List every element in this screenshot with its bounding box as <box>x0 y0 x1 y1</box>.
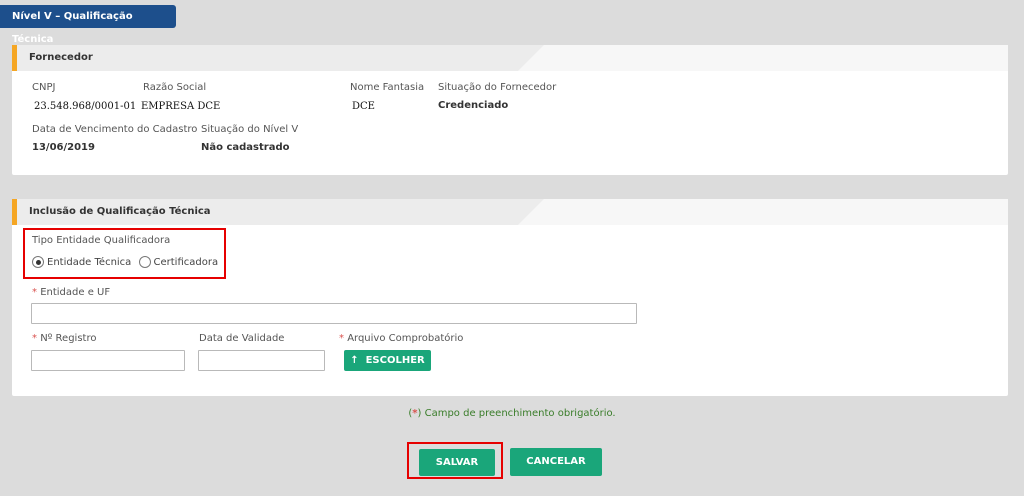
header-slant-decoration <box>518 45 1008 71</box>
cancel-button[interactable]: CANCELAR <box>510 448 602 476</box>
header-slant-decoration <box>518 199 1008 225</box>
validade-input[interactable] <box>198 350 325 371</box>
entidade-uf-input[interactable] <box>31 303 637 324</box>
cnpj-label: CNPJ <box>32 82 56 93</box>
required-mark: * <box>32 333 37 344</box>
fornecedor-section-title: Fornecedor <box>29 52 93 63</box>
razao-social-label: Razão Social <box>143 82 207 93</box>
situacao-fornecedor-value: Credenciado <box>438 100 509 111</box>
nome-fantasia-label: Nome Fantasia <box>350 82 425 93</box>
razao-social-value: EMPRESA DCE <box>141 101 221 112</box>
situacao-nivel-value: Não cadastrado <box>201 142 290 153</box>
vencimento-value: 13/06/2019 <box>32 142 95 153</box>
registro-label: * Nº Registro <box>32 333 97 344</box>
fornecedor-header: Fornecedor <box>12 45 1008 71</box>
escolher-button[interactable]: ↑ ESCOLHER <box>344 350 431 371</box>
required-note-text: Campo de preenchimento obrigatório. <box>424 408 616 419</box>
arquivo-label: * Arquivo Comprobatório <box>339 333 464 344</box>
required-note-mark: * <box>412 408 418 419</box>
situacao-fornecedor-label: Situação do Fornecedor <box>438 82 557 93</box>
cnpj-value: 23.548.968/0001-01 <box>34 101 137 112</box>
required-mark: * <box>339 333 344 344</box>
save-button[interactable]: SALVAR <box>419 449 495 476</box>
nome-fantasia-value: DCE <box>352 101 375 112</box>
entidade-uf-label: * Entidade e UF <box>32 287 111 298</box>
registro-input[interactable] <box>31 350 185 371</box>
situacao-nivel-label: Situação do Nível V <box>201 124 299 135</box>
inclusao-header: Inclusão de Qualificação Técnica <box>12 199 1008 225</box>
required-mark: * <box>32 287 37 298</box>
highlight-box-tipo-entidade <box>23 228 226 279</box>
page-title: Nível V – Qualificação Técnica <box>12 11 133 45</box>
upload-arrow-icon: ↑ <box>350 355 359 366</box>
required-note: (*) Campo de preenchimento obrigatório. <box>408 408 616 419</box>
page-title-tab: Nível V – Qualificação Técnica <box>0 5 176 45</box>
escolher-button-label: ESCOLHER <box>365 355 425 366</box>
inclusao-section-title: Inclusão de Qualificação Técnica <box>29 206 211 217</box>
vencimento-label: Data de Vencimento do Cadastro <box>32 124 198 135</box>
validade-label: Data de Validade <box>199 333 285 344</box>
fornecedor-panel: Fornecedor CNPJ 23.548.968/0001-01 Razão… <box>12 45 1008 175</box>
